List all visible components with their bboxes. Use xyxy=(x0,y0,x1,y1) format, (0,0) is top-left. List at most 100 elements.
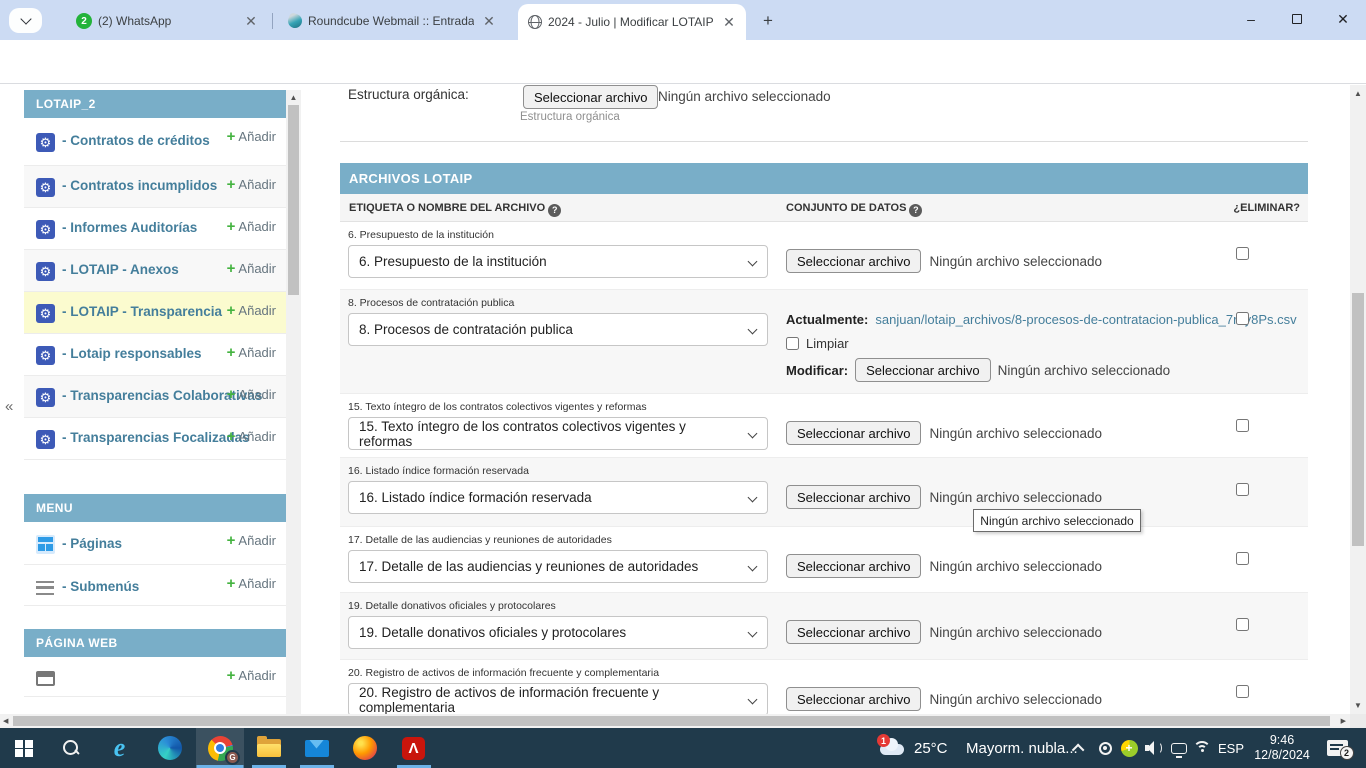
notification-center-button[interactable]: 2 xyxy=(1322,728,1352,768)
add-link[interactable]: +Añadir xyxy=(227,344,276,361)
new-tab-button[interactable]: + xyxy=(756,9,780,33)
help-icon[interactable]: ? xyxy=(548,204,561,217)
sidebar-item-transparencias-colaborativas[interactable]: ⚙ - Transparencias Colaborativas +Añadir xyxy=(24,376,286,418)
scrollbar-thumb[interactable] xyxy=(288,105,299,295)
tab-search-button[interactable] xyxy=(9,8,42,33)
taskbar-ie-button[interactable]: e xyxy=(96,728,143,768)
file-button[interactable]: Seleccionar archivo xyxy=(786,554,921,578)
sidebar-item-partial[interactable]: +Añadir xyxy=(24,657,286,697)
close-window-button[interactable]: ✕ xyxy=(1320,0,1366,38)
sidebar-scrollbar[interactable]: ▲ xyxy=(286,90,301,714)
scroll-right-arrow[interactable]: ▶ xyxy=(1341,717,1346,725)
sidebar-item-label[interactable]: - Submenús xyxy=(62,578,139,595)
weather-desc[interactable]: Mayorm. nubla... xyxy=(966,728,1078,768)
add-link[interactable]: +Añadir xyxy=(227,176,276,193)
sidebar-item-paginas[interactable]: - Páginas +Añadir xyxy=(24,522,286,565)
etiqueta-select[interactable]: 15. Texto íntegro de los contratos colec… xyxy=(348,417,768,450)
sidebar-item-label[interactable]: - Páginas xyxy=(62,535,122,552)
scrollbar-thumb[interactable] xyxy=(13,716,1330,726)
delete-checkbox[interactable] xyxy=(1236,483,1249,496)
sidebar-item-lotaip-responsables[interactable]: ⚙ - Lotaip responsables +Añadir xyxy=(24,334,286,376)
add-link[interactable]: +Añadir xyxy=(227,575,276,592)
taskbar-acrobat-button[interactable]: Λ xyxy=(390,728,437,768)
sidebar-item-label[interactable]: - Informes Auditorías xyxy=(62,219,197,236)
minimize-button[interactable]: – xyxy=(1228,0,1274,38)
add-link[interactable]: +Añadir xyxy=(227,260,276,277)
tray-network-icon[interactable] xyxy=(1190,728,1214,768)
weather-widget[interactable]: 1 xyxy=(874,728,910,768)
sidebar-item-contratos-incumplidos[interactable]: ⚙ - Contratos incumplidos +Añadir xyxy=(24,166,286,208)
etiqueta-select[interactable]: 16. Listado índice formación reservada xyxy=(348,481,768,514)
file-button[interactable]: Seleccionar archivo xyxy=(855,358,990,382)
tab-lotaip-active[interactable]: 2024 - Julio | Modificar LOTAIP ✕ xyxy=(518,4,746,40)
scroll-up-arrow[interactable]: ▲ xyxy=(1350,89,1366,98)
start-button[interactable] xyxy=(0,728,47,768)
sidebar-item-transparencias-focalizadas[interactable]: ⚙ - Transparencias Focalizadas +Añadir xyxy=(24,418,286,460)
tray-cast-icon[interactable] xyxy=(1168,728,1190,768)
delete-checkbox[interactable] xyxy=(1236,618,1249,631)
add-link[interactable]: +Añadir xyxy=(227,386,276,403)
sidebar-collapse-toggle[interactable]: « xyxy=(5,398,13,415)
taskbar-mail-button[interactable] xyxy=(293,728,340,768)
scroll-left-arrow[interactable]: ◀ xyxy=(3,717,8,725)
sidebar-item-label[interactable]: - Contratos de créditos xyxy=(62,132,210,149)
file-button[interactable]: Seleccionar archivo xyxy=(786,421,921,445)
page-horizontal-scrollbar[interactable]: ◀ ▶ xyxy=(0,714,1350,728)
add-link[interactable]: +Añadir xyxy=(227,532,276,549)
sidebar-item-label[interactable]: - Contratos incumplidos xyxy=(62,177,217,194)
clock[interactable]: 9:4612/8/2024 xyxy=(1248,728,1316,768)
add-link[interactable]: +Añadir xyxy=(227,128,276,145)
file-button[interactable]: Seleccionar archivo xyxy=(786,687,921,711)
etiqueta-select[interactable]: 20. Registro de activos de información f… xyxy=(348,683,768,714)
add-link[interactable]: +Añadir xyxy=(227,218,276,235)
scrollbar-thumb[interactable] xyxy=(1352,293,1364,546)
etiqueta-select[interactable]: 8. Procesos de contratación publica xyxy=(348,313,768,346)
restore-button[interactable] xyxy=(1274,0,1320,38)
sidebar-item-submenus[interactable]: - Submenús +Añadir xyxy=(24,565,286,606)
taskbar-explorer-button[interactable] xyxy=(245,728,292,768)
scroll-down-arrow[interactable]: ▼ xyxy=(1350,701,1366,710)
sidebar-item-contratos-creditos[interactable]: ⚙ - Contratos de créditos +Añadir xyxy=(24,118,286,166)
sidebar-item-label[interactable]: - LOTAIP - Anexos xyxy=(62,261,179,278)
estructura-file-button[interactable]: Seleccionar archivo xyxy=(523,85,658,109)
close-icon[interactable]: ✕ xyxy=(720,13,738,31)
file-button[interactable]: Seleccionar archivo xyxy=(786,249,921,273)
tab-whatsapp[interactable]: 2 (2) WhatsApp ✕ xyxy=(66,6,268,36)
sidebar-item-lotaip-transparencia[interactable]: ⚙ - LOTAIP - Transparencia +Añadir xyxy=(24,292,286,334)
etiqueta-select[interactable]: 6. Presupuesto de la institución xyxy=(348,245,768,278)
taskbar-chrome-button[interactable]: G xyxy=(196,728,244,768)
etiqueta-select[interactable]: 17. Detalle de las audiencias y reunione… xyxy=(348,550,768,583)
etiqueta-select[interactable]: 19. Detalle donativos oficiales y protoc… xyxy=(348,616,768,649)
weather-temp[interactable]: 25°C xyxy=(914,728,948,768)
file-button[interactable]: Seleccionar archivo xyxy=(786,485,921,509)
limpiar-checkbox[interactable] xyxy=(786,337,799,350)
delete-checkbox[interactable] xyxy=(1236,247,1249,260)
current-file-link[interactable]: sanjuan/lotaip_archivos/8-procesos-de-co… xyxy=(875,312,1296,327)
tray-volume-icon[interactable] xyxy=(1142,728,1166,768)
close-icon[interactable]: ✕ xyxy=(242,12,260,30)
sidebar-item-lotaip-anexos[interactable]: ⚙ - LOTAIP - Anexos +Añadir xyxy=(24,250,286,292)
sidebar-item-label[interactable]: - Transparencias Focalizadas xyxy=(62,429,250,446)
delete-checkbox[interactable] xyxy=(1236,552,1249,565)
taskbar-firefox-button[interactable] xyxy=(341,728,388,768)
sidebar-item-informes-auditorias[interactable]: ⚙ - Informes Auditorías +Añadir xyxy=(24,208,286,250)
delete-checkbox[interactable] xyxy=(1236,419,1249,432)
close-icon[interactable]: ✕ xyxy=(480,12,498,30)
delete-checkbox[interactable] xyxy=(1236,685,1249,698)
taskbar-edge-button[interactable] xyxy=(146,728,193,768)
add-link[interactable]: +Añadir xyxy=(227,667,276,684)
add-link[interactable]: +Añadir xyxy=(227,428,276,445)
tray-record-icon[interactable] xyxy=(1094,728,1116,768)
taskbar-search-button[interactable] xyxy=(47,728,94,768)
tray-antivirus-icon[interactable] xyxy=(1118,728,1140,768)
add-link[interactable]: +Añadir xyxy=(227,302,276,319)
tab-roundcube[interactable]: Roundcube Webmail :: Entrada ✕ xyxy=(278,6,506,36)
file-button[interactable]: Seleccionar archivo xyxy=(786,620,921,644)
sidebar-item-label[interactable]: - Lotaip responsables xyxy=(62,345,202,362)
delete-checkbox[interactable] xyxy=(1236,312,1249,325)
page-vertical-scrollbar[interactable]: ▲ ▼ xyxy=(1350,85,1366,714)
help-icon[interactable]: ? xyxy=(909,204,922,217)
scroll-up-arrow[interactable]: ▲ xyxy=(286,93,301,102)
language-indicator[interactable]: ESP xyxy=(1214,728,1248,768)
tray-chevron-up[interactable] xyxy=(1068,728,1090,768)
